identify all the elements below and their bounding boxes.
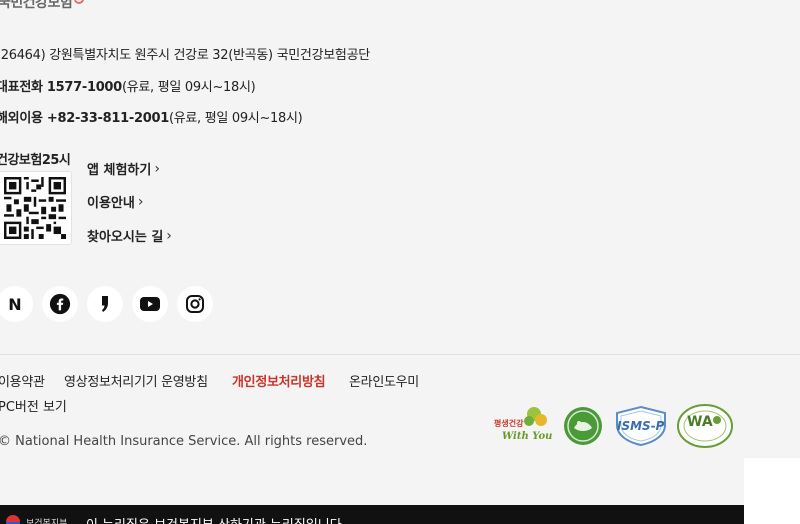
logo-mark-icon [74, 0, 84, 4]
footer-logo-text: 국민건강보험 [0, 0, 73, 11]
youtube-button[interactable] [132, 286, 168, 322]
main-phone: 대표전화 1577-1000(유료, 평일 09시~18시) [0, 76, 256, 95]
app-link-guide-label: 이용안내 [87, 196, 135, 211]
site-footer: 국민건강보험 (26464) 강원특별자치도 원주시 건강로 32(반곡동) 국… [0, 0, 800, 505]
gov-affiliation-bar: 보건복지부 이 누리집은 보건복지부 산하기관 누리집입니다. [0, 505, 744, 524]
with-you-badge-bottom: With You [502, 431, 553, 442]
green-cert-badge [563, 406, 603, 446]
app-title: 건강보험25시 [0, 153, 71, 168]
green-cert-icon [564, 407, 602, 445]
terms-link[interactable]: 이용약관 [0, 371, 45, 390]
qr-code-icon [4, 177, 66, 239]
ministry-name: 보건복지부 [26, 519, 68, 524]
overseas-phone: 해외이용 +82-33-811-2001(유료, 평일 09시~18시) [0, 107, 303, 126]
with-you-badge: 평생건강 With You [494, 404, 556, 448]
overseas-phone-label: 해외이용 +82-33-811-2001 [0, 111, 169, 126]
isms-p-text: ISMS-P [617, 419, 665, 433]
overseas-phone-hours: (유료, 평일 09시~18시) [168, 111, 303, 126]
white-corner-panel [744, 458, 800, 506]
chevron-right-icon: › [166, 227, 172, 244]
app-link-try-label: 앱 체험하기 [87, 163, 152, 178]
privacy-policy-link[interactable]: 개인정보처리방침 [232, 371, 326, 390]
chevron-right-icon: › [154, 160, 160, 177]
with-you-badge-top: 평생건강 [494, 419, 524, 428]
footer-divider [0, 354, 800, 355]
chevron-right-icon: › [137, 193, 144, 210]
facebook-icon [49, 293, 71, 315]
facebook-button[interactable] [42, 286, 78, 322]
main-phone-hours: (유료, 평일 09시~18시) [121, 80, 256, 95]
app-link-directions-label: 찾아오시는 길 [87, 230, 164, 245]
taeguk-emblem-icon [6, 515, 20, 524]
app-link-directions[interactable]: 찾아오시는 길 › [87, 226, 172, 246]
pc-version-link[interactable]: PC버전 보기 [0, 396, 67, 415]
wa-text: WA [687, 414, 713, 430]
affiliation-notice: 이 누리집은 보건복지부 산하기관 누리집입니다. [86, 514, 346, 524]
online-help-link[interactable]: 온라인도우미 [349, 371, 419, 390]
copyright-text: © National Health Insurance Service. All… [0, 434, 368, 449]
address-text: (26464) 강원특별자치도 원주시 건강로 32(반곡동) 국민건강보험공단 [0, 48, 370, 63]
instagram-button[interactable] [177, 286, 213, 322]
app-qr-code [0, 171, 72, 245]
cctv-policy-link[interactable]: 영상정보처리기기 운영방침 [64, 371, 208, 390]
naver-icon: N [8, 294, 22, 314]
app-link-guide[interactable]: 이용안내 › [87, 192, 144, 212]
app-link-try[interactable]: 앱 체험하기 › [87, 159, 160, 179]
main-phone-label: 대표전화 1577-1000 [0, 80, 122, 95]
web-accessibility-badge: WA [677, 404, 733, 448]
kakao-story-icon [102, 296, 108, 312]
instagram-icon [186, 295, 204, 313]
naver-button[interactable]: N [0, 286, 33, 322]
youtube-icon [140, 297, 160, 311]
kakao-story-button[interactable] [87, 286, 123, 322]
isms-p-badge: ISMS-P [612, 405, 670, 447]
